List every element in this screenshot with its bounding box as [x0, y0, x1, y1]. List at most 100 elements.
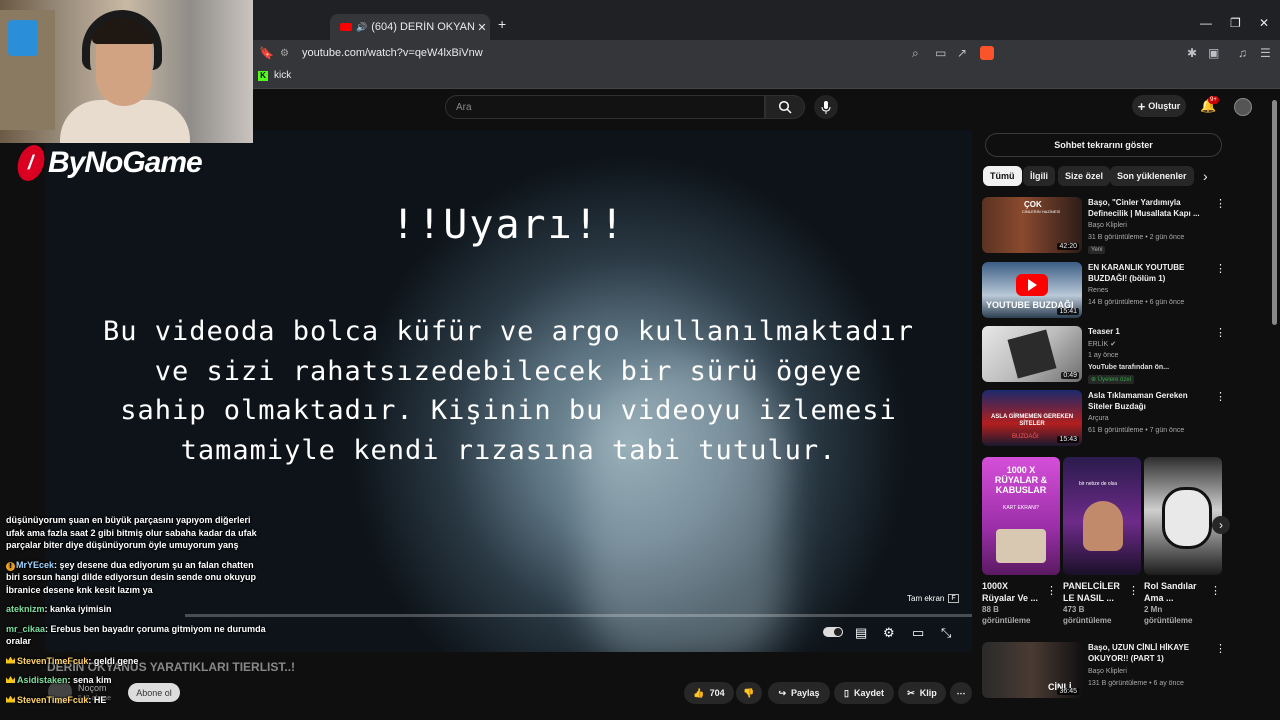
chip-all[interactable]: Tümü: [983, 166, 1022, 186]
zoom-icon[interactable]: ⌕: [912, 46, 919, 61]
extensions-icon[interactable]: ✱: [1187, 46, 1197, 60]
restore-icon[interactable]: ❐: [1230, 16, 1241, 30]
video-thumbnail[interactable]: ÇOK CİNLERİN HAZİNESİ 42:20: [982, 197, 1082, 253]
more-vert-icon[interactable]: ⋮: [1128, 584, 1139, 597]
thumbs-up-icon: 👍: [693, 687, 705, 698]
warning-line: ve sizi rahatsızedebilecek bir sürü ögey…: [154, 355, 863, 387]
chat-message: mr_cikaa: Erebus ben bayadır çoruma gitm…: [6, 623, 266, 647]
url-text: youtube.com/watch?v=qeW4lxBiVnw: [302, 47, 483, 59]
video-title[interactable]: Başo, "Cinler Yardımıyla Definecilik | M…: [1088, 197, 1200, 219]
chip-related[interactable]: İlgili: [1023, 166, 1055, 186]
short-info[interactable]: PANELCİLER LE NASIL ... 473 B görüntülem…: [1063, 580, 1125, 626]
video-channel[interactable]: ERLİK ✔: [1088, 340, 1116, 348]
video-channel[interactable]: Başo Klipleri: [1088, 668, 1127, 675]
close-window-icon[interactable]: ✕: [1259, 16, 1269, 30]
badge-label: Üyelere özel: [1097, 377, 1132, 383]
save-icon: ▯: [844, 687, 849, 698]
video-thumbnail[interactable]: CİNLİ 36:45: [982, 642, 1082, 698]
settings-icon[interactable]: ⚙: [883, 625, 895, 641]
short-thumbnail[interactable]: [1144, 457, 1222, 575]
browser-tab[interactable]: 🔊 (604) DERİN OKYANUS YARA ✕: [330, 14, 490, 40]
bookmark-kick[interactable]: K kick: [258, 70, 291, 81]
bynogame-logo: / ByNoGame: [14, 145, 203, 181]
chat-message: düşünüyorum şuan en büyük parçasını yapı…: [6, 514, 270, 552]
site-info-icon[interactable]: ⚙: [280, 48, 294, 59]
crown-icon: [6, 656, 15, 664]
related-video[interactable]: YOUTUBE BUZDAĞI 15:41 EN KARANLIK YOUTUB…: [982, 262, 1226, 322]
video-title[interactable]: Asla Tıklamaman Gereken Siteler Buzdağı: [1088, 390, 1200, 412]
chat-text: geldi gene: [93, 655, 139, 666]
share-button[interactable]: ↪ Paylaş: [768, 682, 830, 704]
more-vert-icon[interactable]: ⋮: [1215, 642, 1226, 655]
related-video[interactable]: ÇOK CİNLERİN HAZİNESİ 42:20 Başo, "Cinle…: [982, 197, 1226, 257]
new-tab-button[interactable]: +: [498, 16, 506, 32]
video-channel[interactable]: Arçura: [1088, 415, 1109, 422]
more-vert-icon[interactable]: ⋮: [1215, 197, 1226, 210]
audio-icon[interactable]: 🔊: [356, 22, 367, 33]
chip-for-you[interactable]: Size özel: [1058, 166, 1111, 186]
bookmark-icon[interactable]: 🔖: [259, 46, 274, 60]
video-meta: 61 B görüntüleme • 7 gün önce: [1088, 427, 1185, 434]
subtitles-icon[interactable]: ▤: [855, 625, 867, 641]
related-video[interactable]: ASLA GİRMEMEN GEREKEN SİTELER BUZDAĞI 15…: [982, 390, 1226, 450]
verified-icon: ✔: [1110, 341, 1117, 348]
address-bar[interactable]: ⚙ youtube.com/watch?v=qeW4lxBiVnw: [280, 42, 1000, 64]
more-vert-icon[interactable]: ⋮: [1215, 262, 1226, 275]
more-vert-icon[interactable]: ⋮: [1215, 390, 1226, 403]
media-icon[interactable]: ♫: [1238, 46, 1247, 60]
new-badge: Yeni: [1088, 246, 1106, 254]
tab-close-icon[interactable]: ✕: [474, 21, 490, 34]
brave-shield-icon[interactable]: [980, 46, 994, 60]
short-info[interactable]: Rol Sandılar Ama ... 2 Mn görüntüleme: [1144, 580, 1208, 626]
warning-line: tamamiyle kendi rızasına tabi tutulur.: [180, 434, 837, 466]
video-title[interactable]: Başo, UZUN CİNLİ HİKAYE OKUYOR!! (PART 1…: [1088, 642, 1200, 664]
chevron-right-icon[interactable]: ›: [1203, 168, 1208, 184]
chat-username: StevenTimeFcuk: [17, 655, 89, 666]
account-avatar[interactable]: [1234, 98, 1252, 116]
search-placeholder: Ara: [456, 101, 472, 113]
video-title[interactable]: Teaser 1: [1088, 326, 1200, 337]
more-actions-button[interactable]: ⋯: [950, 682, 972, 704]
save-button[interactable]: ▯ Kaydet: [834, 682, 894, 704]
video-channel[interactable]: Renes: [1088, 287, 1108, 294]
short-thumbnail[interactable]: 1000 X RÜYALAR & KABUSLAR KART EKRANI?: [982, 457, 1060, 575]
short-views: 2 Mn görüntüleme: [1144, 605, 1193, 625]
more-vert-icon[interactable]: ⋮: [1210, 584, 1221, 597]
search-input[interactable]: Ara: [445, 95, 765, 119]
video-title[interactable]: EN KARANLIK YOUTUBE BUZDAĞI! (bölüm 1): [1088, 262, 1200, 284]
menu-icon[interactable]: ☰: [1260, 46, 1271, 60]
warning-line: Bu videoda bolca küfür ve argo kullanılm…: [102, 316, 914, 347]
clip-button[interactable]: ✂ Klip: [898, 682, 946, 704]
create-button[interactable]: + Oluştur: [1132, 95, 1186, 117]
related-video[interactable]: CİNLİ 36:45 Başo, UZUN CİNLİ HİKAYE OKUY…: [982, 642, 1226, 702]
fullscreen-icon[interactable]: ⤡: [941, 625, 951, 641]
share-icon[interactable]: ↗: [957, 46, 967, 60]
short-info[interactable]: 1000X Rüyalar Ve ... 88 B görüntüleme: [982, 580, 1042, 626]
theater-mode-icon[interactable]: ▭: [912, 625, 924, 641]
video-thumbnail[interactable]: ASLA GİRMEMEN GEREKEN SİTELER BUZDAĞI 15…: [982, 390, 1082, 446]
like-button[interactable]: 👍 704: [684, 682, 734, 704]
dislike-button[interactable]: 👎: [736, 682, 762, 704]
more-vert-icon[interactable]: ⋮: [1215, 326, 1226, 339]
video-thumbnail[interactable]: 0:49: [982, 326, 1082, 382]
video-channel[interactable]: Başo Klipleri: [1088, 222, 1127, 229]
video-thumbnail[interactable]: YOUTUBE BUZDAĞI 15:41: [982, 262, 1082, 318]
scrollbar[interactable]: [1272, 100, 1277, 325]
video-meta: 1 ay önce: [1088, 352, 1119, 359]
chip-recent[interactable]: Son yüklenenler: [1110, 166, 1194, 186]
cast-icon[interactable]: ▭: [935, 46, 946, 60]
chat-text: sena kim: [73, 675, 112, 685]
chat-replay-button[interactable]: Sohbet tekrarını göster: [985, 133, 1222, 157]
thumbnail-face: [1162, 487, 1212, 549]
search-button[interactable]: [765, 95, 805, 119]
progress-bar[interactable]: [185, 614, 972, 617]
minimize-icon[interactable]: —: [1200, 16, 1212, 30]
more-vert-icon[interactable]: ⋮: [1046, 584, 1057, 597]
mic-button[interactable]: [814, 95, 838, 119]
related-video[interactable]: 0:49 Teaser 1 ERLİK ✔ 1 ay önce YouTube …: [982, 326, 1226, 386]
short-thumbnail[interactable]: bir nebze de olsa: [1063, 457, 1141, 575]
chat-text: düşünüyorum şuan en büyük parçasını yapı…: [6, 515, 257, 550]
thumbs-down-icon: 👎: [743, 687, 755, 698]
shorts-next-icon[interactable]: ›: [1212, 516, 1230, 534]
sidebar-icon[interactable]: ▣: [1208, 46, 1219, 60]
